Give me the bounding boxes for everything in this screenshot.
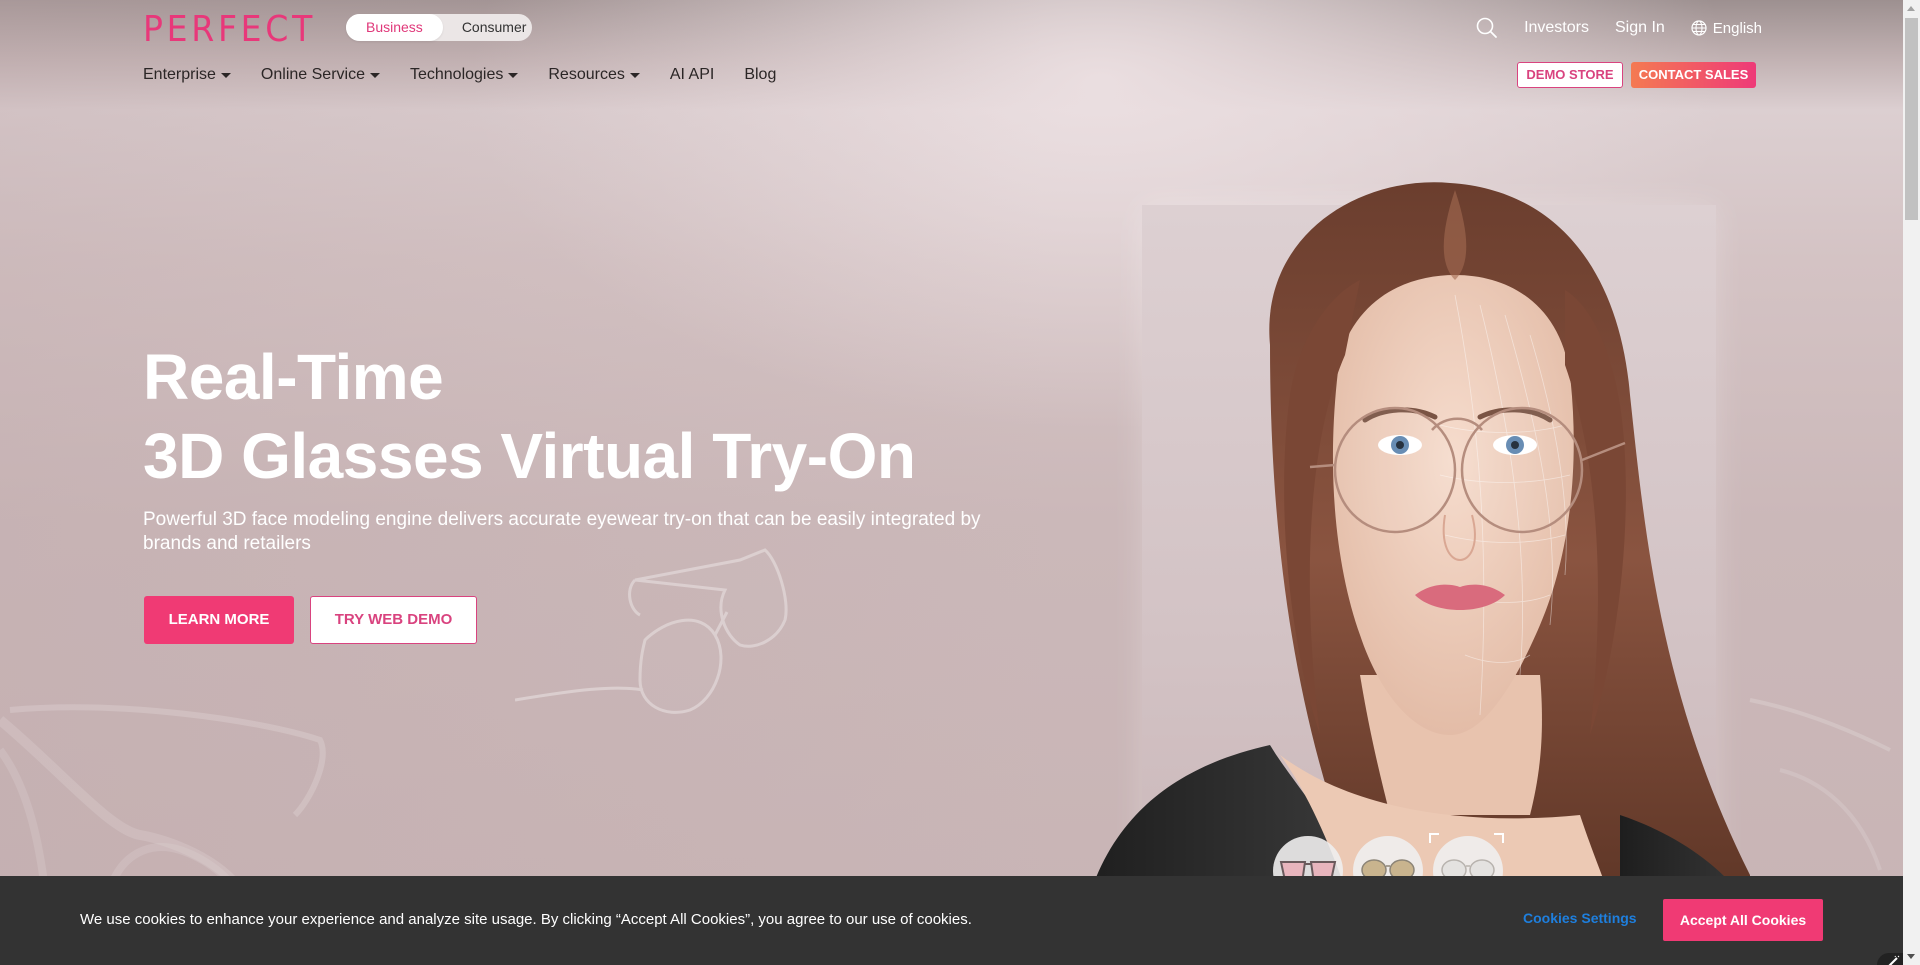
cookie-message: We use cookies to enhance your experienc… [80, 911, 972, 928]
perfect-logo[interactable]: PERFECT [143, 9, 316, 50]
nav-enterprise[interactable]: Enterprise [143, 66, 231, 84]
scroll-down-arrow-icon[interactable] [1907, 954, 1915, 959]
page-scrollbar[interactable] [1903, 0, 1920, 965]
caret-down-icon [369, 72, 380, 78]
nav-resources-label: Resources [548, 66, 625, 83]
nav-blog[interactable]: Blog [744, 66, 776, 84]
utility-nav: Investors Sign In English [1476, 16, 1762, 40]
magic-wand-icon [1888, 955, 1900, 965]
hero-subtitle: Powerful 3D face modeling engine deliver… [143, 509, 981, 554]
wireframe-glasses-watermark-center [515, 548, 788, 714]
investors-link[interactable]: Investors [1524, 19, 1589, 37]
nav-technologies-label: Technologies [409, 66, 504, 83]
audience-toggle[interactable]: Business Consumer [346, 14, 532, 41]
language-selector[interactable]: English [1691, 20, 1762, 37]
contact-sales-button[interactable]: CONTACT SALES [1631, 62, 1756, 88]
scrollbar-thumb[interactable] [1905, 18, 1918, 220]
try-web-demo-button[interactable]: TRY WEB DEMO [310, 596, 477, 644]
sign-in-link[interactable]: Sign In [1615, 19, 1665, 37]
language-label: English [1712, 19, 1762, 37]
nav-resources[interactable]: Resources [548, 66, 640, 84]
caret-down-icon [508, 72, 519, 78]
globe-icon [1691, 20, 1707, 36]
caret-down-icon [220, 72, 231, 78]
selection-corner-tr [1494, 833, 1504, 843]
cookie-banner: We use cookies to enhance your experienc… [0, 876, 1903, 965]
caret-down-icon [629, 72, 640, 78]
selection-corner-tl [1429, 833, 1439, 843]
nav-blog-label: Blog [744, 66, 777, 83]
nav-enterprise-label: Enterprise [143, 66, 216, 83]
accept-all-cookies-button[interactable]: Accept All Cookies [1663, 899, 1823, 941]
magic-wand-widget[interactable] [1877, 953, 1905, 965]
search-icon[interactable] [1476, 17, 1498, 39]
nav-technologies[interactable]: Technologies [409, 66, 519, 84]
toggle-business[interactable]: Business [346, 14, 443, 41]
hero-title-line-2: 3D Glasses Virtual Try-On [143, 420, 916, 492]
nav-online-service[interactable]: Online Service [261, 66, 380, 84]
scroll-up-arrow-icon[interactable] [1907, 6, 1915, 11]
toggle-consumer[interactable]: Consumer [443, 14, 546, 41]
main-nav: Enterprise Online Service Technologies R… [143, 66, 806, 84]
wireframe-glasses-watermark-left [0, 704, 326, 890]
cookies-settings-link[interactable]: Cookies Settings [1523, 910, 1637, 926]
nav-online-service-label: Online Service [260, 66, 365, 83]
learn-more-button[interactable]: LEARN MORE [144, 596, 294, 644]
nav-ai-api-label: AI API [669, 66, 715, 83]
hero-title-line-1: Real-Time [143, 341, 444, 413]
nav-ai-api[interactable]: AI API [670, 66, 714, 84]
demo-store-button[interactable]: DEMO STORE [1517, 62, 1623, 88]
model-portrait-image [1080, 182, 1765, 935]
